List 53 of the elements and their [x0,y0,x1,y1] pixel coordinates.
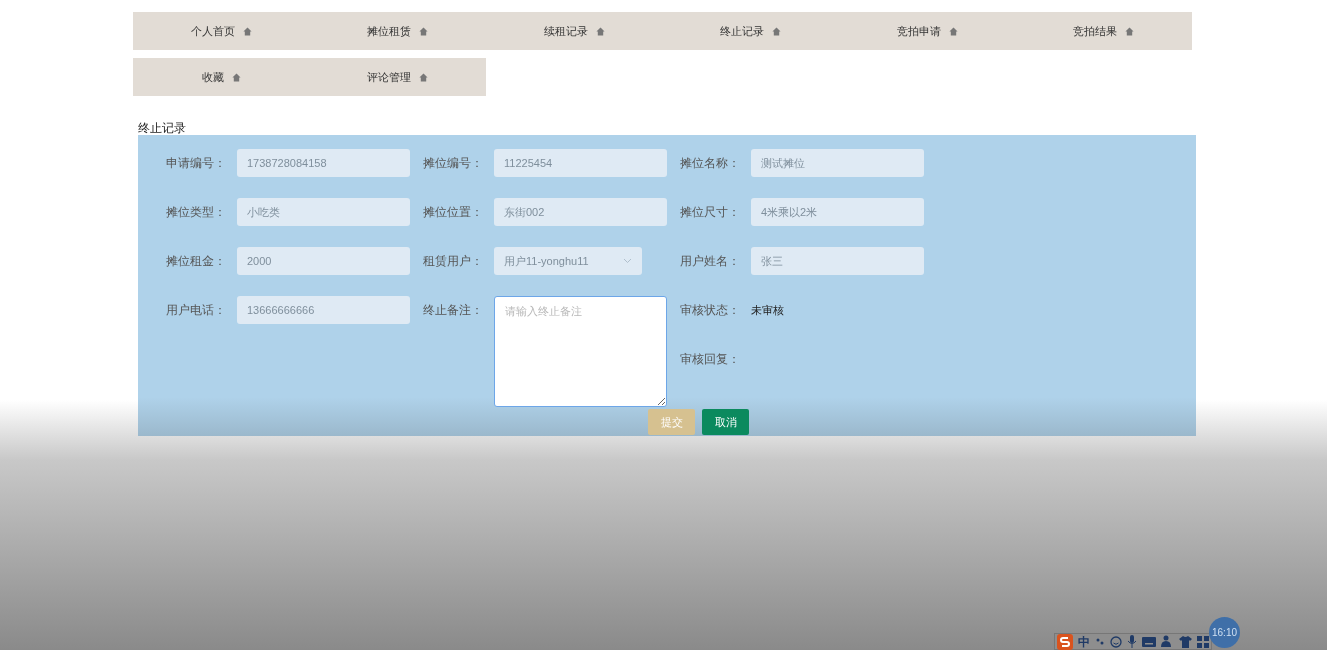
smiley-icon[interactable] [1110,635,1122,648]
field-label: 摊位编号： [423,155,484,172]
field-label: 用户姓名： [680,253,741,270]
shirt-icon[interactable] [1179,635,1192,648]
ime-mode-label[interactable]: 中 [1078,632,1090,650]
text-field[interactable]: 1738728084158 [237,149,410,177]
microphone-icon[interactable] [1127,635,1137,648]
select-field[interactable]: 用户11-yonghu11 [494,247,642,275]
nav-tab[interactable]: 评论管理 [309,58,486,96]
field-label: 申请编号： [166,155,227,172]
nav-tab[interactable]: 竞拍申请 [839,12,1016,50]
field-label: 用户电话： [166,302,227,319]
text-field[interactable]: 4米乘以2米 [751,198,924,226]
input-method-logo-icon [1057,633,1073,650]
nav-tab[interactable]: 续租记录 [486,12,663,50]
keyboard-icon[interactable] [1142,636,1156,647]
status-text: 未审核 [751,303,784,318]
home-icon [242,26,252,36]
text-field[interactable]: 东街002 [494,198,667,226]
field-label: 摊位尺寸： [680,204,741,221]
home-icon [595,26,605,36]
field-label: 摊位位置： [423,204,484,221]
text-field[interactable]: 11225454 [494,149,667,177]
nav-tab[interactable]: 收藏 [133,58,310,96]
nav-tab[interactable]: 竞拍结果 [1015,12,1192,50]
punctuation-icon[interactable] [1095,636,1105,647]
nav-tab[interactable]: 终止记录 [662,12,839,50]
nav-tab[interactable]: 个人首页 [133,12,310,50]
section-title: 终止记录 [138,121,187,135]
text-field[interactable]: 13666666666 [237,296,410,324]
text-field[interactable]: 小吃类 [237,198,410,226]
field-label: 摊位名称： [680,155,741,172]
cancel-button[interactable]: 取消 [702,409,749,435]
home-icon [419,26,429,36]
user-icon[interactable] [1161,635,1174,648]
home-icon [772,26,782,36]
chevron-down-icon [623,258,632,264]
field-label: 审核回复： [680,351,741,368]
home-icon [419,72,429,82]
home-icon [948,26,958,36]
submit-button[interactable]: 提交 [648,409,695,435]
field-label: 终止备注： [423,302,484,319]
field-label: 租赁用户： [423,253,484,270]
text-field[interactable]: 2000 [237,247,410,275]
home-icon [231,72,241,82]
field-label: 审核状态： [680,302,741,319]
nav-tab[interactable]: 摊位租赁 [309,12,486,50]
clock-badge[interactable]: 16:10 [1209,617,1240,648]
text-field[interactable]: 测试摊位 [751,149,924,177]
home-icon [1125,26,1135,36]
field-label: 摊位租金： [166,253,227,270]
grid-icon[interactable] [1197,635,1209,648]
field-label: 摊位类型： [166,204,227,221]
